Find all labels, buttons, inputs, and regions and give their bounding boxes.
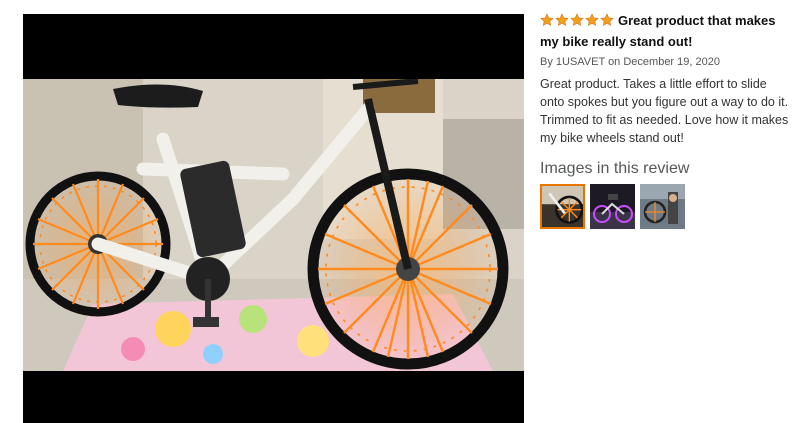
review-byline: By 1USAVET on December 19, 2020: [540, 56, 720, 68]
review-thumbnail-2[interactable]: [590, 184, 635, 229]
star-icon: [540, 13, 554, 27]
bike-rack-photo-icon: [640, 184, 685, 229]
review-thumbnails: [540, 184, 794, 229]
star-icon: [600, 13, 614, 27]
review-panel: Great product that makes my bike really …: [540, 11, 794, 229]
bike-night-photo-icon: [590, 184, 635, 229]
star-icon: [555, 13, 569, 27]
star-rating: [540, 13, 615, 32]
images-heading: Images in this review: [540, 160, 690, 177]
star-icon: [585, 13, 599, 27]
review-video-frame: [23, 79, 524, 371]
star-icon: [570, 13, 584, 27]
review-video-player[interactable]: [23, 14, 524, 423]
bike-wheel-photo-icon: [542, 186, 583, 227]
review-body: Great product. Takes a little effort to …: [540, 77, 789, 145]
review-thumbnail-1[interactable]: [540, 184, 585, 229]
review-thumbnail-3[interactable]: [640, 184, 685, 229]
review-title-row: Great product that makes my bike really …: [540, 11, 794, 51]
